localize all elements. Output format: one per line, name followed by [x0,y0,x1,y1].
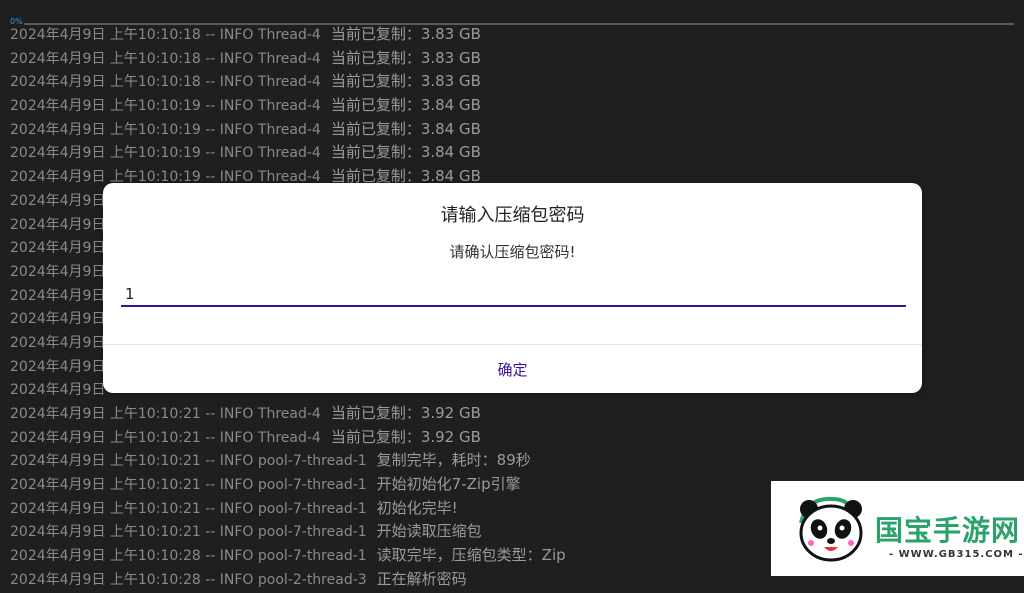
watermark-url: - WWW.GB315.COM - [889,549,1024,560]
watermark-brand: 国宝手游网 [875,514,1021,547]
watermark: 国宝手游网 - WWW.GB315.COM - [771,481,1024,576]
password-dialog: 请输入压缩包密码 请确认压缩包密码! 确定 [103,183,922,393]
password-input[interactable] [121,283,906,307]
dialog-title: 请输入压缩包密码 [440,205,585,226]
dialog-message: 请确认压缩包密码! [449,243,576,261]
panda-logo-icon [799,496,863,562]
ok-button[interactable]: 确定 [103,345,922,393]
